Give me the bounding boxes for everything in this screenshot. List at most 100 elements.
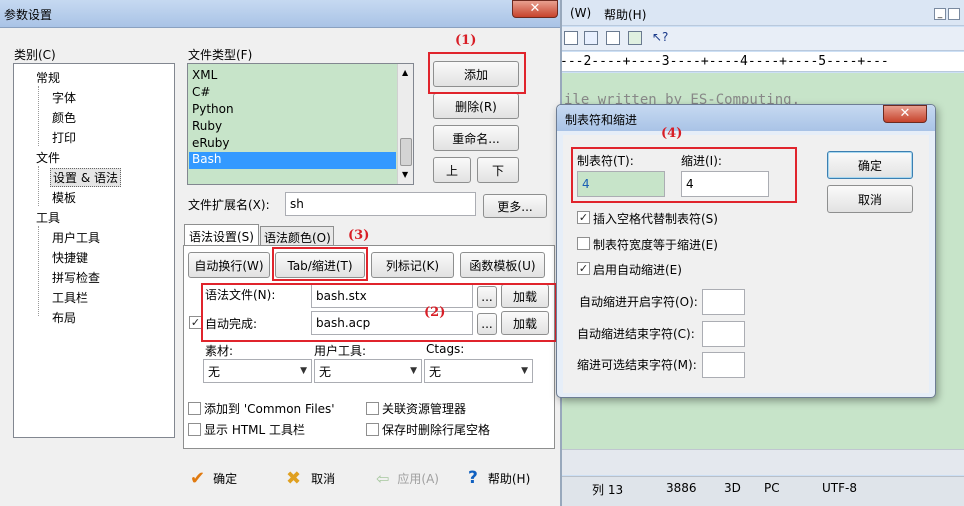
cancel-label: 取消 bbox=[311, 471, 336, 486]
chevron-down-icon: ▼ bbox=[521, 366, 528, 376]
ok-button[interactable]: ✔ 确定 bbox=[190, 466, 260, 490]
tree-lines bbox=[38, 86, 39, 146]
indent-optional-end-input[interactable] bbox=[702, 352, 745, 378]
scroll-down-icon[interactable]: ▼ bbox=[402, 170, 408, 179]
tree-item-user-tools[interactable]: 用户工具 bbox=[52, 229, 100, 246]
tree-item-tools[interactable]: 工具 bbox=[36, 209, 60, 226]
menu-window[interactable]: (W) bbox=[570, 6, 591, 20]
apply-arrow-icon: ⇦ bbox=[376, 468, 390, 488]
scroll-thumb[interactable] bbox=[400, 138, 412, 166]
ctags-select-value: 无 bbox=[429, 364, 442, 379]
trim-trailing-label: 保存时删除行尾空格 bbox=[382, 423, 491, 437]
scroll-up-icon[interactable]: ▲ bbox=[402, 68, 408, 77]
trim-trailing-checkbox[interactable] bbox=[366, 423, 379, 436]
tree-item-shortcuts[interactable]: 快捷键 bbox=[52, 249, 88, 266]
tree-item-template[interactable]: 模板 bbox=[52, 189, 76, 206]
close-icon[interactable]: ✕ bbox=[883, 105, 927, 123]
material-select[interactable]: 无 ▼ bbox=[203, 359, 312, 383]
down-button[interactable]: 下 bbox=[477, 157, 519, 183]
list-item[interactable]: Python bbox=[192, 102, 234, 116]
toolbar-icon-1[interactable] bbox=[564, 31, 578, 45]
dialog-title: 参数设置 bbox=[4, 8, 53, 22]
column-marker-button[interactable]: 列标记(K) bbox=[371, 252, 454, 278]
up-button[interactable]: 上 bbox=[433, 157, 471, 183]
tab-dialog-cancel-button[interactable]: 取消 bbox=[827, 185, 913, 213]
tree-item-general[interactable]: 常规 bbox=[36, 69, 60, 86]
user-tools-select[interactable]: 无 ▼ bbox=[314, 359, 422, 383]
tree-item-settings-syntax[interactable]: 设置 & 语法 bbox=[50, 168, 121, 187]
insert-spaces-checkbox[interactable]: ✓ bbox=[577, 211, 590, 224]
tree-lines-2 bbox=[38, 166, 39, 206]
annotation-label-3: (3) bbox=[348, 228, 370, 243]
tab-dialog-titlebar: 制表符和缩进 ✕ bbox=[557, 105, 935, 131]
tab-syntax-settings-label: 语法设置(S) bbox=[189, 230, 254, 244]
menu-help[interactable]: 帮助(H) bbox=[604, 6, 646, 23]
status-mode: 3D bbox=[724, 481, 741, 495]
list-item[interactable]: C# bbox=[192, 85, 210, 99]
list-item[interactable]: eRuby bbox=[192, 136, 230, 150]
list-item[interactable]: XML bbox=[192, 68, 217, 82]
tree-item-color[interactable]: 颜色 bbox=[52, 109, 76, 126]
mdi-minimize-icon[interactable]: _ bbox=[934, 8, 946, 20]
tree-item-file[interactable]: 文件 bbox=[36, 149, 60, 166]
help-button[interactable]: ? 帮助(H) bbox=[468, 466, 548, 490]
tab-indent-dialog: 制表符和缩进 ✕ 制表符(T): 4 缩进(I): 4 确定 取消 ✓ 插入空格… bbox=[556, 104, 936, 398]
tab-syntax-color-label: 语法颜色(O) bbox=[264, 231, 331, 245]
list-item-selected[interactable]: Bash bbox=[189, 152, 396, 169]
dialog-titlebar: 参数设置 ✕ bbox=[0, 0, 560, 28]
editor-ruler: ---2----+----3----+----4----+----5----+-… bbox=[560, 52, 964, 72]
extension-input[interactable]: sh bbox=[285, 192, 476, 216]
auto-indent-open-label: 自动缩进开启字符(O): bbox=[579, 295, 698, 309]
delete-button[interactable]: 删除(R) bbox=[433, 93, 519, 119]
list-scrollbar[interactable]: ▲ ▼ bbox=[397, 64, 413, 184]
annotation-label-2: (2) bbox=[424, 305, 446, 320]
help-cursor-icon[interactable]: ↖? bbox=[652, 30, 670, 46]
toolbar-icon-4[interactable] bbox=[628, 31, 642, 45]
ok-label: 确定 bbox=[213, 471, 238, 486]
auto-wrap-button[interactable]: 自动换行(W) bbox=[188, 252, 270, 278]
parameters-dialog: 参数设置 ✕ 类别(C) 常规 字体 颜色 打印 文件 设置 & 语法 模板 工… bbox=[0, 0, 562, 506]
material-select-value: 无 bbox=[208, 364, 221, 379]
apply-button[interactable]: ⇦ 应用(A) bbox=[376, 466, 456, 490]
annotation-box-4 bbox=[571, 147, 797, 203]
material-label: 素材: bbox=[205, 344, 234, 358]
mdi-restore-icon[interactable] bbox=[948, 8, 960, 20]
auto-indent-checkbox[interactable]: ✓ bbox=[577, 262, 590, 275]
status-platform: PC bbox=[764, 481, 780, 495]
extension-label: 文件扩展名(X): bbox=[188, 198, 270, 212]
tab-width-equal-label: 制表符宽度等于缩进(E) bbox=[593, 238, 718, 252]
toolbar-icon-3[interactable] bbox=[606, 31, 620, 45]
tab-width-equal-checkbox[interactable] bbox=[577, 237, 590, 250]
tree-item-spell-check[interactable]: 拼写检查 bbox=[52, 269, 100, 286]
function-template-button[interactable]: 函数模板(U) bbox=[460, 252, 545, 278]
help-label: 帮助(H) bbox=[487, 471, 531, 486]
tab-syntax-color[interactable]: 语法颜色(O) bbox=[260, 226, 334, 246]
tab-syntax-settings[interactable]: 语法设置(S) bbox=[184, 224, 259, 246]
ctags-select[interactable]: 无 ▼ bbox=[424, 359, 533, 383]
assoc-explorer-checkbox[interactable] bbox=[366, 402, 379, 415]
editor-hscrollbar[interactable] bbox=[560, 449, 964, 475]
cancel-button[interactable]: ✖ 取消 bbox=[286, 466, 356, 490]
show-html-toolbar-checkbox[interactable] bbox=[188, 423, 201, 436]
auto-indent-close-input[interactable] bbox=[702, 321, 745, 347]
tree-item-layout[interactable]: 布局 bbox=[52, 309, 76, 326]
tree-lines-3 bbox=[38, 226, 39, 316]
tree-item-print[interactable]: 打印 bbox=[52, 129, 76, 146]
category-tree[interactable]: 常规 字体 颜色 打印 文件 设置 & 语法 模板 工具 用户工具 快捷键 拼写… bbox=[13, 63, 175, 438]
user-tools-select-value: 无 bbox=[319, 364, 332, 379]
more-button[interactable]: 更多... bbox=[483, 194, 547, 218]
toolbar-icon-2[interactable] bbox=[584, 31, 598, 45]
file-types-list[interactable]: XML C# Python Ruby eRuby Bash ▲ ▼ bbox=[187, 63, 414, 185]
list-item[interactable]: Ruby bbox=[192, 119, 222, 133]
add-common-files-checkbox[interactable] bbox=[188, 402, 201, 415]
close-icon[interactable]: ✕ bbox=[512, 0, 558, 18]
auto-indent-label: 启用自动缩进(E) bbox=[593, 263, 682, 277]
tree-item-font[interactable]: 字体 bbox=[52, 89, 76, 106]
insert-spaces-label: 插入空格代替制表符(S) bbox=[593, 212, 718, 226]
editor-statusbar: 列 13 3886 3D PC UTF-8 bbox=[560, 476, 964, 506]
file-types-label: 文件类型(F) bbox=[188, 48, 253, 62]
rename-button[interactable]: 重命名... bbox=[433, 125, 519, 151]
tree-item-toolbar[interactable]: 工具栏 bbox=[52, 289, 88, 306]
tab-dialog-ok-button[interactable]: 确定 bbox=[827, 151, 913, 179]
auto-indent-open-input[interactable] bbox=[702, 289, 745, 315]
